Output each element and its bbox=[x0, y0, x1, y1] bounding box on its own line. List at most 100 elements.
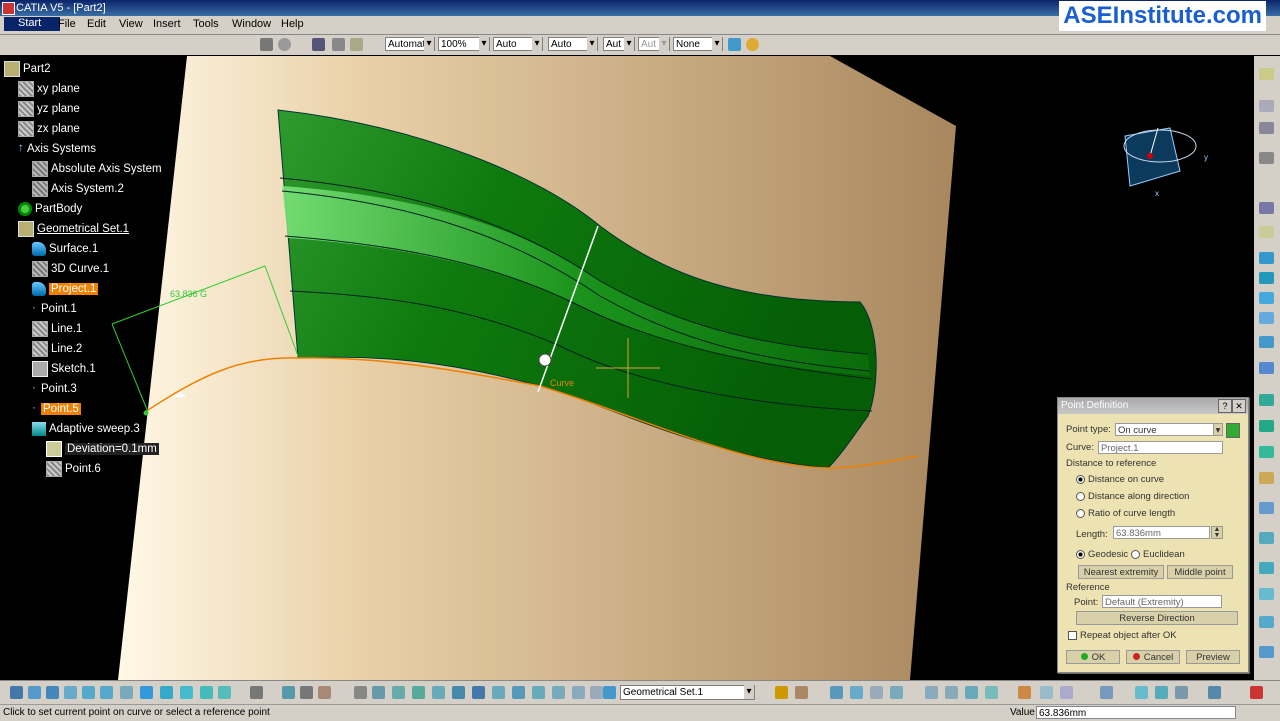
compass[interactable]: y x bbox=[1123, 127, 1208, 198]
curve-field[interactable]: Project.1 bbox=[1098, 441, 1223, 454]
cancel-button[interactable]: Cancel bbox=[1126, 650, 1180, 664]
intersection-icon[interactable] bbox=[945, 686, 958, 699]
circle-icon[interactable] bbox=[1259, 336, 1274, 348]
work-on-support-icon[interactable] bbox=[1100, 686, 1113, 699]
iso-view-icon[interactable] bbox=[140, 686, 153, 699]
color-combo[interactable]: None bbox=[673, 37, 723, 51]
snap-icon[interactable] bbox=[432, 686, 445, 699]
tree-node-point-1[interactable]: · Point.1 bbox=[32, 300, 77, 318]
manipulator-handle[interactable] bbox=[538, 353, 552, 367]
tree-node-adaptive-sweep-3[interactable]: Adaptive sweep.3 bbox=[32, 420, 140, 438]
graphic-properties-icon[interactable] bbox=[746, 38, 759, 51]
radio-geodesic[interactable]: Geodesic bbox=[1076, 549, 1128, 560]
length-field[interactable]: 63.836mm bbox=[1113, 526, 1210, 539]
law-icon[interactable] bbox=[1259, 562, 1274, 574]
tree-node-partbody[interactable]: PartBody bbox=[18, 200, 82, 218]
menu-view[interactable]: View bbox=[119, 18, 143, 30]
part-design-icon[interactable] bbox=[472, 686, 485, 699]
close-button[interactable]: ✕ bbox=[1232, 399, 1246, 413]
rotate-icon[interactable] bbox=[64, 686, 77, 699]
grid-view-icon[interactable] bbox=[1208, 686, 1221, 699]
hide-show-icon[interactable] bbox=[180, 686, 193, 699]
zoom-out-icon[interactable] bbox=[100, 686, 113, 699]
point-icon[interactable] bbox=[1259, 152, 1274, 164]
translate-icon[interactable] bbox=[1259, 502, 1274, 514]
curvature-icon[interactable] bbox=[532, 686, 545, 699]
radio-distance-on-curve[interactable]: Distance on curve bbox=[1076, 474, 1164, 485]
distance-icon[interactable] bbox=[572, 686, 585, 699]
split-icon[interactable] bbox=[1259, 420, 1274, 432]
tree-node-zx-plane[interactable]: zx plane bbox=[18, 120, 80, 138]
zoom-in-icon[interactable] bbox=[82, 686, 95, 699]
normal-view-icon[interactable] bbox=[120, 686, 133, 699]
extract-icon[interactable] bbox=[985, 686, 998, 699]
draft-icon[interactable] bbox=[512, 686, 525, 699]
menu-start[interactable]: Start bbox=[4, 17, 60, 31]
constraint-icon[interactable] bbox=[300, 686, 313, 699]
parameters-icon[interactable] bbox=[1040, 686, 1053, 699]
table-icon[interactable] bbox=[1060, 686, 1073, 699]
measure-icon[interactable] bbox=[350, 38, 363, 51]
linetype-combo[interactable]: Auto bbox=[493, 37, 543, 51]
replication-icon[interactable] bbox=[1259, 646, 1274, 658]
material-combo[interactable]: Automat bbox=[385, 37, 435, 51]
spline-icon[interactable] bbox=[1259, 362, 1274, 374]
nearest-extremity-button[interactable]: Nearest extremity bbox=[1078, 565, 1164, 579]
value-field[interactable]: 63.836mm bbox=[1036, 706, 1236, 719]
point-tool-icon[interactable] bbox=[372, 686, 385, 699]
measure-icon[interactable] bbox=[250, 686, 263, 699]
render-icon[interactable] bbox=[218, 686, 231, 699]
chevron-down-icon[interactable]: ▾ bbox=[1213, 423, 1223, 436]
painter-icon[interactable] bbox=[728, 38, 741, 51]
zoom-combo[interactable]: 100% bbox=[438, 37, 490, 51]
knowledge-icon[interactable] bbox=[1018, 686, 1031, 699]
tree-node-geometrical-set-1[interactable]: Geometrical Set.1 bbox=[18, 220, 129, 238]
trim-icon[interactable] bbox=[1259, 446, 1274, 458]
local-axis-icon[interactable] bbox=[1135, 686, 1148, 699]
swap-space-icon[interactable] bbox=[200, 686, 213, 699]
repeat-object-checkbox[interactable]: Repeat object after OK bbox=[1068, 630, 1177, 641]
layer-combo[interactable]: Aut bbox=[638, 37, 670, 51]
tree-node-xy-plane[interactable]: xy plane bbox=[18, 80, 80, 98]
extrapolate-icon[interactable] bbox=[1259, 532, 1274, 544]
preview-button[interactable]: Preview bbox=[1186, 650, 1240, 664]
pan-icon[interactable] bbox=[46, 686, 59, 699]
repetition-icon[interactable] bbox=[1259, 616, 1274, 628]
history-icon[interactable] bbox=[795, 686, 808, 699]
point-combo[interactable]: Aut bbox=[603, 37, 635, 51]
reference-point-field[interactable]: Default (Extremity) bbox=[1102, 595, 1222, 608]
analysis-icon[interactable] bbox=[492, 686, 505, 699]
tree-node-point-3[interactable]: · Point.3 bbox=[32, 380, 77, 398]
point-marker[interactable] bbox=[143, 410, 149, 416]
analysis-icon[interactable] bbox=[1259, 588, 1274, 600]
update-icon[interactable] bbox=[282, 686, 295, 699]
projection-icon[interactable] bbox=[925, 686, 938, 699]
tree-node-point-6[interactable]: Point.6 bbox=[46, 460, 101, 478]
menu-insert[interactable]: Insert bbox=[153, 18, 181, 30]
radio-distance-along-direction[interactable]: Distance along direction bbox=[1076, 491, 1189, 502]
radio-euclidean[interactable]: Euclidean bbox=[1131, 549, 1185, 560]
operator-icon[interactable] bbox=[775, 686, 788, 699]
thickness-combo[interactable]: Auto bbox=[548, 37, 598, 51]
tree-node-deviation[interactable]: Deviation=0.1mm bbox=[46, 440, 159, 458]
radio-ratio-of-curve-length[interactable]: Ratio of curve length bbox=[1076, 508, 1175, 519]
connect-icon[interactable] bbox=[552, 686, 565, 699]
tree-node-surface-1[interactable]: Surface.1 bbox=[32, 240, 98, 258]
tree-node-line-1[interactable]: Line.1 bbox=[32, 320, 82, 338]
catalog-icon[interactable] bbox=[870, 686, 883, 699]
geometrical-set-combo[interactable]: Geometrical Set.1 bbox=[620, 685, 755, 700]
menu-file[interactable]: File bbox=[58, 18, 76, 30]
sweep-icon[interactable] bbox=[1259, 292, 1274, 304]
tree-node-point-5[interactable]: · Point.5 bbox=[32, 400, 81, 418]
select-icon[interactable] bbox=[1259, 100, 1274, 112]
instantiate-icon[interactable] bbox=[830, 686, 843, 699]
line-icon[interactable] bbox=[1259, 202, 1274, 214]
tools-icon[interactable] bbox=[354, 686, 367, 699]
duplicate-icon[interactable] bbox=[850, 686, 863, 699]
length-spinner[interactable]: ▲ ▼ bbox=[1211, 526, 1223, 539]
grid-icon[interactable] bbox=[412, 686, 425, 699]
tree-node-axis-systems[interactable]: ↑ Axis Systems bbox=[18, 140, 96, 158]
tree-node-sketch-1[interactable]: Sketch.1 bbox=[32, 360, 96, 378]
tree-node-yz-plane[interactable]: yz plane bbox=[18, 100, 80, 118]
join-icon[interactable] bbox=[1259, 394, 1274, 406]
